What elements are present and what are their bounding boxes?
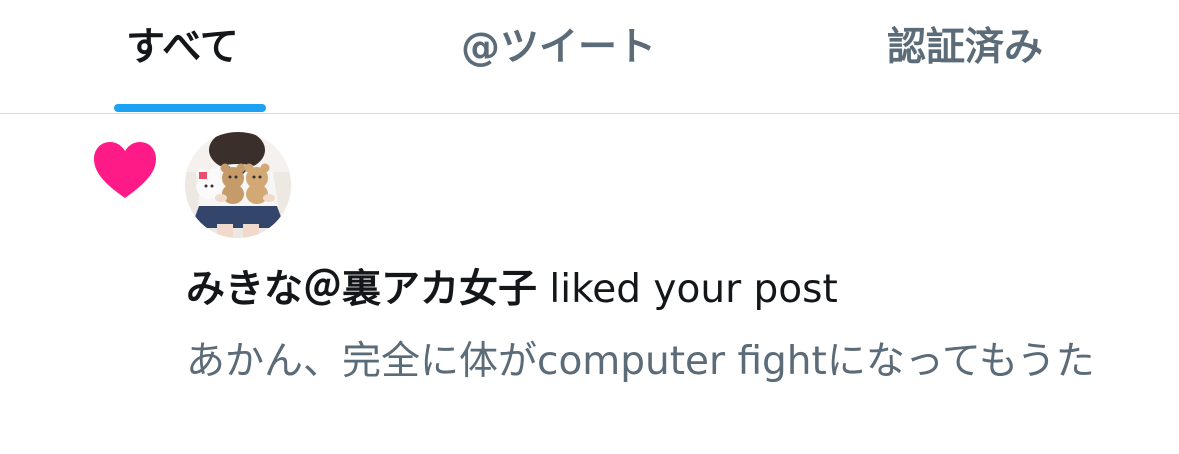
tab-all[interactable]: すべて <box>126 22 239 74</box>
notification-summary: みきな＠裏アカ女子 liked your post <box>186 262 838 318</box>
notification-tabs: すべて @ツイート 認証済み <box>0 0 1179 114</box>
user-name[interactable]: みきな＠裏アカ女子 <box>186 267 537 312</box>
tab-mentions[interactable]: @ツイート <box>461 22 656 74</box>
heart-icon <box>94 142 156 198</box>
active-tab-indicator <box>114 104 266 112</box>
tab-verified[interactable]: 認証済み <box>887 22 1043 74</box>
action-text: liked your post <box>549 267 838 312</box>
tweet-text[interactable]: あかん、完全に体がcomputer fightになってもうた <box>186 334 1141 390</box>
avatar-photo <box>185 132 291 238</box>
avatar[interactable] <box>185 132 291 238</box>
